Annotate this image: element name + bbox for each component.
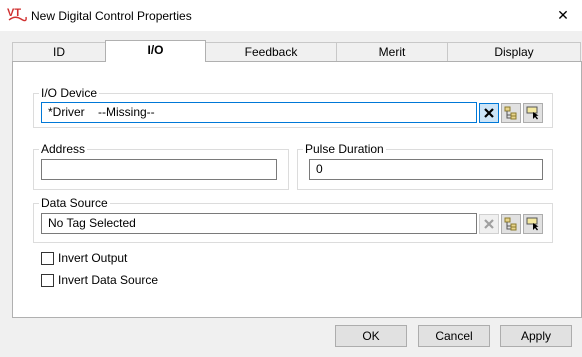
tag-browser-icon — [504, 217, 517, 231]
select-tag-icon — [526, 217, 539, 231]
tab-display[interactable]: Display — [447, 42, 581, 61]
tab-io[interactable]: I/O — [105, 40, 206, 62]
invert-output-checkbox[interactable] — [41, 252, 54, 265]
title-bar: VT New Digital Control Properties ✕ — [0, 0, 582, 31]
invert-data-source-label: Invert Data Source — [58, 273, 159, 287]
clear-icon — [484, 108, 494, 118]
clear-data-source-button[interactable] — [479, 214, 499, 234]
io-tab-page: I/O Device *Driver --Missing-- Address P… — [12, 61, 582, 318]
select-io-device-button[interactable] — [523, 103, 543, 123]
clear-io-device-button[interactable] — [479, 103, 499, 123]
tag-browser-icon — [504, 106, 517, 120]
tab-merit[interactable]: Merit — [336, 42, 448, 61]
apply-button[interactable]: Apply — [500, 325, 572, 347]
browse-data-source-button[interactable] — [501, 214, 521, 234]
tab-id[interactable]: ID — [12, 42, 106, 61]
pulse-duration-label: Pulse Duration — [303, 142, 386, 156]
select-data-source-button[interactable] — [523, 214, 543, 234]
address-label: Address — [39, 142, 88, 156]
address-field[interactable] — [41, 159, 277, 180]
window-title: New Digital Control Properties — [31, 9, 192, 23]
io-device-field[interactable]: *Driver --Missing-- — [41, 102, 477, 123]
data-source-label: Data Source — [39, 196, 110, 210]
clear-icon — [484, 219, 494, 229]
invert-data-source-checkbox[interactable] — [41, 274, 54, 287]
ok-button[interactable]: OK — [335, 325, 407, 347]
pulse-duration-field[interactable]: 0 — [309, 159, 543, 180]
cancel-button[interactable]: Cancel — [418, 325, 490, 347]
tab-feedback[interactable]: Feedback — [205, 42, 337, 61]
io-device-label: I/O Device — [39, 86, 100, 100]
browse-io-device-button[interactable] — [501, 103, 521, 123]
data-source-field[interactable]: No Tag Selected — [41, 213, 477, 234]
tab-strip: ID I/O Feedback Merit Display — [12, 40, 581, 62]
invert-output-label: Invert Output — [58, 251, 128, 265]
select-tag-icon — [526, 106, 539, 120]
app-logo-icon: VT — [7, 7, 27, 22]
close-button[interactable]: ✕ — [548, 2, 578, 28]
